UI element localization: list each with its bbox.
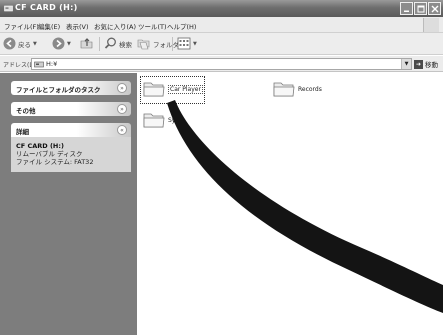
- window-title: CF CARD (H:): [15, 3, 78, 12]
- menu-help[interactable]: ヘルプ(H): [167, 21, 196, 31]
- details-drive-name: CF CARD (H:): [16, 142, 64, 150]
- back-label: 戻る: [18, 40, 31, 49]
- forward-button[interactable]: ▼: [52, 37, 71, 50]
- go-label: 移動: [425, 61, 438, 69]
- chevron-up-icon[interactable]: «: [117, 125, 127, 135]
- close-button[interactable]: [428, 2, 441, 15]
- address-field[interactable]: H:¥ ▼: [31, 58, 412, 70]
- menu-tools[interactable]: ツール(T): [138, 21, 167, 31]
- toolbar-separator: [172, 37, 173, 51]
- windows-logo-icon: [423, 18, 439, 32]
- chevron-down-icon[interactable]: »: [117, 83, 127, 93]
- details-title: 詳細: [16, 128, 29, 136]
- minimize-icon: [403, 10, 409, 12]
- up-button[interactable]: [80, 37, 94, 50]
- views-icon: [177, 37, 191, 50]
- details-file-system: ファイル システム: FAT32: [16, 158, 94, 166]
- search-button[interactable]: 検索: [104, 37, 132, 50]
- file-tasks-header[interactable]: ファイルとフォルダのタスク »: [11, 81, 131, 95]
- views-dropdown-icon: ▼: [193, 40, 197, 47]
- back-dropdown-icon: ▼: [33, 40, 37, 47]
- file-tasks-title: ファイルとフォルダのタスク: [16, 86, 101, 94]
- details-drive-type: リムーバブル ディスク: [16, 150, 83, 158]
- file-list-area[interactable]: Car Player Records Sys: [137, 73, 443, 335]
- details-body: CF CARD (H:) リムーバブル ディスク ファイル システム: FAT3…: [11, 137, 131, 172]
- other-places-header[interactable]: その他 »: [11, 102, 131, 116]
- toolbar: 戻る ▼ ▼ 検索 フォルダ ▼: [0, 33, 443, 55]
- folders-icon: [137, 39, 150, 50]
- title-bar: CF CARD (H:): [0, 0, 443, 17]
- search-icon: [104, 37, 116, 49]
- views-button[interactable]: ▼: [177, 37, 197, 50]
- task-pane: ファイルとフォルダのタスク » その他 » 詳細 « CF CARD (H:) …: [0, 73, 137, 335]
- address-bar: アドレス(D) H:¥ ▼ ➜ 移動: [0, 56, 443, 72]
- forward-arrow-icon: [52, 37, 65, 50]
- close-icon: [431, 5, 438, 12]
- address-value: H:¥: [46, 60, 58, 68]
- other-places-title: その他: [16, 107, 36, 115]
- back-arrow-icon: [3, 37, 16, 50]
- toolbar-separator: [99, 37, 100, 51]
- go-arrow-icon: ➜: [414, 59, 423, 69]
- minimize-button[interactable]: [400, 2, 413, 15]
- folders-label: フォルダ: [153, 40, 179, 49]
- maximize-icon: [417, 5, 424, 12]
- drive-icon: [34, 61, 44, 68]
- up-folder-icon: [80, 38, 93, 49]
- search-label: 検索: [119, 40, 132, 49]
- menu-bar: ファイル(F) 編集(E) 表示(V) お気に入り(A) ツール(T) ヘルプ(…: [0, 17, 443, 33]
- menu-file[interactable]: ファイル(F): [4, 21, 39, 31]
- drive-icon: [4, 4, 13, 12]
- go-button[interactable]: ➜ 移動: [414, 59, 438, 69]
- details-panel: 詳細 « CF CARD (H:) リムーバブル ディスク ファイル システム:…: [11, 123, 131, 172]
- back-button[interactable]: 戻る ▼: [3, 37, 37, 50]
- details-header[interactable]: 詳細 «: [11, 123, 131, 137]
- menu-edit[interactable]: 編集(E): [38, 21, 60, 31]
- address-dropdown-icon[interactable]: ▼: [401, 59, 411, 69]
- forward-dropdown-icon: ▼: [67, 40, 71, 47]
- file-tasks-panel: ファイルとフォルダのタスク »: [11, 81, 131, 95]
- menu-view[interactable]: 表示(V): [66, 21, 89, 31]
- maximize-button[interactable]: [414, 2, 427, 15]
- annotation-arrow: [167, 100, 443, 313]
- menu-favorites[interactable]: お気に入り(A): [94, 21, 136, 31]
- other-places-panel: その他 »: [11, 102, 131, 116]
- chevron-down-icon[interactable]: »: [117, 104, 127, 114]
